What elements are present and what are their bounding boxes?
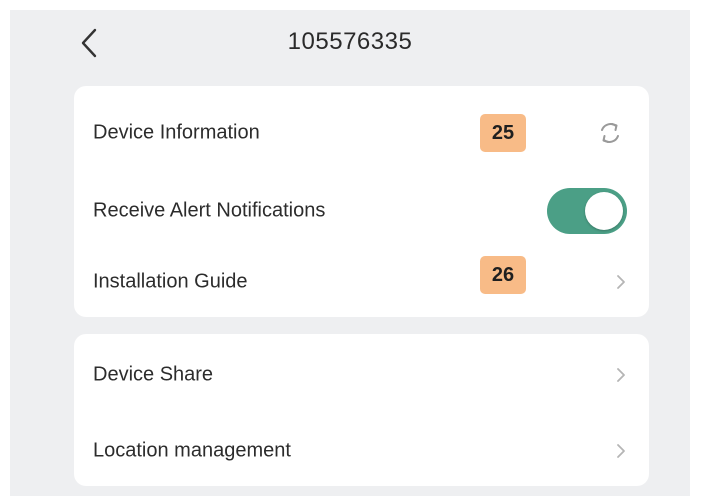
app-screen: 105576335 Device Information 25 Receive … [10, 10, 690, 496]
page-title: 105576335 [287, 28, 413, 55]
chevron-right-icon [617, 444, 625, 458]
installation-guide-label: Installation Guide [93, 270, 248, 293]
device-settings-card: Device Information 25 Receive Alert Noti… [74, 86, 649, 317]
header: 105576335 [10, 10, 690, 76]
annotation-badge: 26 [480, 256, 526, 294]
location-management-row[interactable]: Location management [74, 418, 649, 484]
sharing-card: Device Share Location management [74, 334, 649, 486]
installation-guide-row[interactable]: Installation Guide 26 [74, 250, 649, 314]
toggle-knob [585, 192, 623, 230]
alert-notifications-label: Receive Alert Notifications [93, 199, 326, 222]
annotation-badge: 25 [480, 114, 526, 152]
chevron-right-icon [617, 368, 625, 382]
device-share-row[interactable]: Device Share [74, 342, 649, 408]
location-management-label: Location management [93, 439, 291, 462]
refresh-icon[interactable] [597, 120, 623, 146]
chevron-right-icon [617, 275, 625, 289]
device-information-row[interactable]: Device Information 25 [74, 98, 649, 168]
alert-notifications-row: Receive Alert Notifications [74, 174, 649, 248]
alert-notifications-toggle[interactable] [547, 188, 627, 234]
device-information-label: Device Information [93, 121, 260, 144]
device-share-label: Device Share [93, 363, 214, 386]
